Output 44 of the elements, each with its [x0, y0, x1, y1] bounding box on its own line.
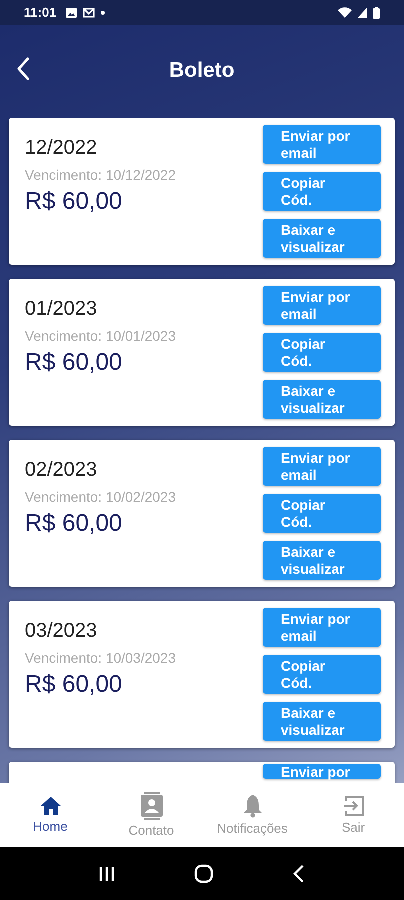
email-button[interactable]: Enviar por email: [263, 447, 381, 486]
month-label: 03/2023: [25, 620, 98, 643]
due-date: Vencimento: 10/02/2023: [25, 489, 178, 505]
nav-tab[interactable]: Notificações: [202, 783, 303, 847]
copy-code-button[interactable]: Copiar Cód.: [263, 494, 381, 533]
signal-icon: [358, 8, 367, 18]
home-icon: [40, 796, 62, 816]
email-button[interactable]: Enviar por email: [263, 125, 381, 164]
email-button[interactable]: Enviar por email: [263, 286, 381, 325]
month-label: 12/2022: [25, 137, 98, 160]
nav-tab[interactable]: Home: [0, 783, 101, 847]
due-date: Vencimento: 10/12/2022: [25, 167, 178, 183]
download-button[interactable]: Baixar e visualizar: [263, 219, 381, 258]
download-button[interactable]: Baixar e visualizar: [263, 702, 381, 741]
bell-icon: [242, 794, 262, 818]
month-label: 02/2023: [25, 459, 98, 482]
status-time: 11:01: [24, 5, 57, 20]
battery-icon: [373, 6, 380, 18]
recent-apps-icon[interactable]: [99, 866, 116, 882]
download-button[interactable]: Baixar e visualizar: [263, 541, 381, 580]
gallery-icon: [66, 8, 77, 18]
mail-icon: [82, 8, 95, 18]
due-date: Vencimento: 10/03/2023: [25, 650, 178, 666]
email-button[interactable]: Enviar por email: [263, 608, 381, 647]
copy-code-button[interactable]: Copiar Cód.: [263, 172, 381, 211]
page-title: Boleto: [169, 58, 235, 82]
exit-icon: [342, 795, 364, 817]
dot-icon: [100, 10, 105, 14]
amount-value: R$ 60,00: [25, 349, 124, 377]
contact-card-icon: [140, 792, 162, 820]
due-date: Vencimento: 10/01/2023: [25, 328, 178, 344]
copy-code-button[interactable]: Copiar Cód.: [263, 333, 381, 372]
copy-code-button[interactable]: Copiar Cód.: [263, 655, 381, 694]
amount-value: R$ 60,00: [25, 510, 124, 538]
home-icon[interactable]: [194, 864, 214, 884]
wifi-icon: [338, 7, 352, 18]
month-label: 01/2023: [25, 298, 98, 321]
back-icon[interactable]: [292, 864, 305, 882]
nav-tab[interactable]: Contato: [101, 783, 202, 847]
nav-tab[interactable]: Sair: [303, 783, 404, 847]
amount-value: R$ 60,00: [25, 188, 124, 216]
amount-value: R$ 60,00: [25, 671, 124, 699]
email-button[interactable]: Enviar por: [263, 764, 381, 779]
download-button[interactable]: Baixar e visualizar: [263, 380, 381, 419]
